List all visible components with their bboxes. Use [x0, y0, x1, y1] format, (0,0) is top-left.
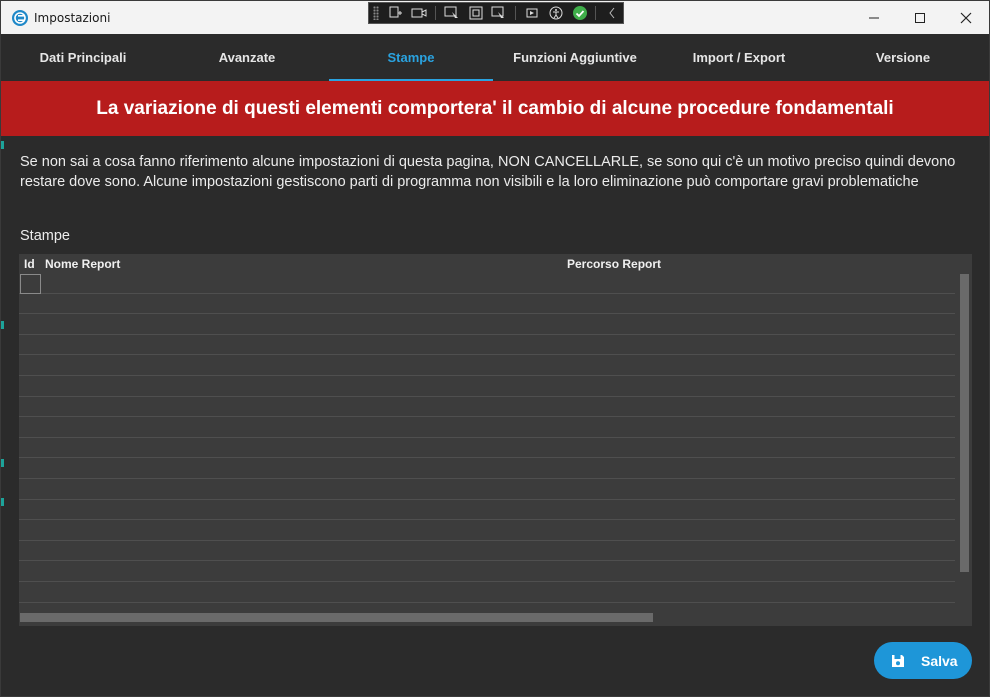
floppy-disk-icon	[892, 654, 904, 667]
close-button[interactable]	[943, 1, 989, 34]
empty-grid-row[interactable]	[19, 273, 955, 294]
tab-avanzate[interactable]: Avanzate	[165, 34, 329, 81]
tab-dati-principali[interactable]: Dati Principali	[1, 34, 165, 81]
info-paragraph: Se non sai a cosa fanno riferimento alcu…	[20, 154, 956, 190]
empty-grid-row[interactable]	[19, 397, 955, 418]
empty-grid-row[interactable]	[19, 479, 955, 500]
vertical-scroll-thumb[interactable]	[960, 274, 969, 572]
tab-funzioni-aggiuntive[interactable]: Funzioni Aggiuntive	[493, 34, 657, 81]
window-controls	[851, 1, 989, 34]
empty-grid-row[interactable]	[19, 520, 955, 541]
column-header-nome-report[interactable]: Nome Report	[45, 257, 120, 271]
toolbar-divider	[515, 6, 517, 20]
empty-grid-row[interactable]	[19, 582, 955, 603]
section-title: Stampe	[20, 228, 70, 244]
live-tree-icon[interactable]	[385, 4, 407, 22]
empty-grid-row[interactable]	[19, 314, 955, 335]
settings-window: Impostazioni Dati Principali Avanzate St…	[0, 0, 990, 697]
track-focus-icon[interactable]	[489, 4, 511, 22]
horizontal-scroll-thumb[interactable]	[20, 613, 653, 622]
empty-grid-row[interactable]	[19, 376, 955, 397]
app-logo-icon	[12, 9, 28, 26]
background-edge-mark	[1, 141, 4, 149]
debug-toolbar	[368, 2, 624, 24]
background-edge-mark	[1, 459, 4, 467]
settings-tab-bar: Dati Principali Avanzate Stampe Funzioni…	[1, 34, 989, 81]
grid-body	[19, 273, 955, 603]
empty-grid-row[interactable]	[19, 500, 955, 521]
minimize-button[interactable]	[851, 1, 897, 34]
title-bar[interactable]: Impostazioni	[1, 1, 989, 34]
hot-reload-icon[interactable]	[521, 4, 543, 22]
collapse-chevron-icon[interactable]	[601, 4, 623, 22]
accessibility-icon[interactable]	[545, 4, 567, 22]
save-button[interactable]: Salva	[874, 642, 972, 679]
reports-grid[interactable]: Id Nome Report Percorso Report	[19, 254, 972, 626]
select-element-icon[interactable]	[441, 4, 463, 22]
close-icon	[960, 12, 972, 23]
maximize-button[interactable]	[897, 1, 943, 34]
toolbar-divider	[595, 6, 597, 20]
empty-grid-row[interactable]	[19, 438, 955, 459]
empty-grid-row[interactable]	[19, 355, 955, 376]
empty-grid-row[interactable]	[19, 541, 955, 562]
background-edge-mark	[1, 498, 4, 506]
save-button-label: Salva	[921, 652, 958, 669]
empty-grid-row[interactable]	[19, 417, 955, 438]
check-ok-icon[interactable]	[569, 4, 591, 22]
window-title: Impostazioni	[34, 10, 111, 25]
tab-versione[interactable]: Versione	[821, 34, 985, 81]
minimize-icon	[869, 17, 879, 18]
empty-grid-row[interactable]	[19, 561, 955, 582]
column-header-id[interactable]: Id	[24, 257, 35, 271]
toolbar-divider	[435, 6, 437, 20]
background-edge-mark	[1, 321, 4, 329]
tab-stampe[interactable]: Stampe	[329, 34, 493, 81]
column-header-percorso-report[interactable]: Percorso Report	[567, 257, 661, 271]
toolbar-grip-icon[interactable]	[373, 6, 379, 20]
selected-cell[interactable]	[20, 274, 41, 294]
empty-grid-row[interactable]	[19, 335, 955, 356]
warning-banner: La variazione di questi elementi comport…	[1, 81, 989, 136]
empty-grid-row[interactable]	[19, 458, 955, 479]
empty-grid-row[interactable]	[19, 294, 955, 315]
maximize-icon	[915, 12, 925, 23]
grid-header: Id Nome Report Percorso Report	[19, 254, 955, 273]
layout-adorner-icon[interactable]	[465, 4, 487, 22]
tab-import-export[interactable]: Import / Export	[657, 34, 821, 81]
record-icon[interactable]	[409, 4, 431, 22]
